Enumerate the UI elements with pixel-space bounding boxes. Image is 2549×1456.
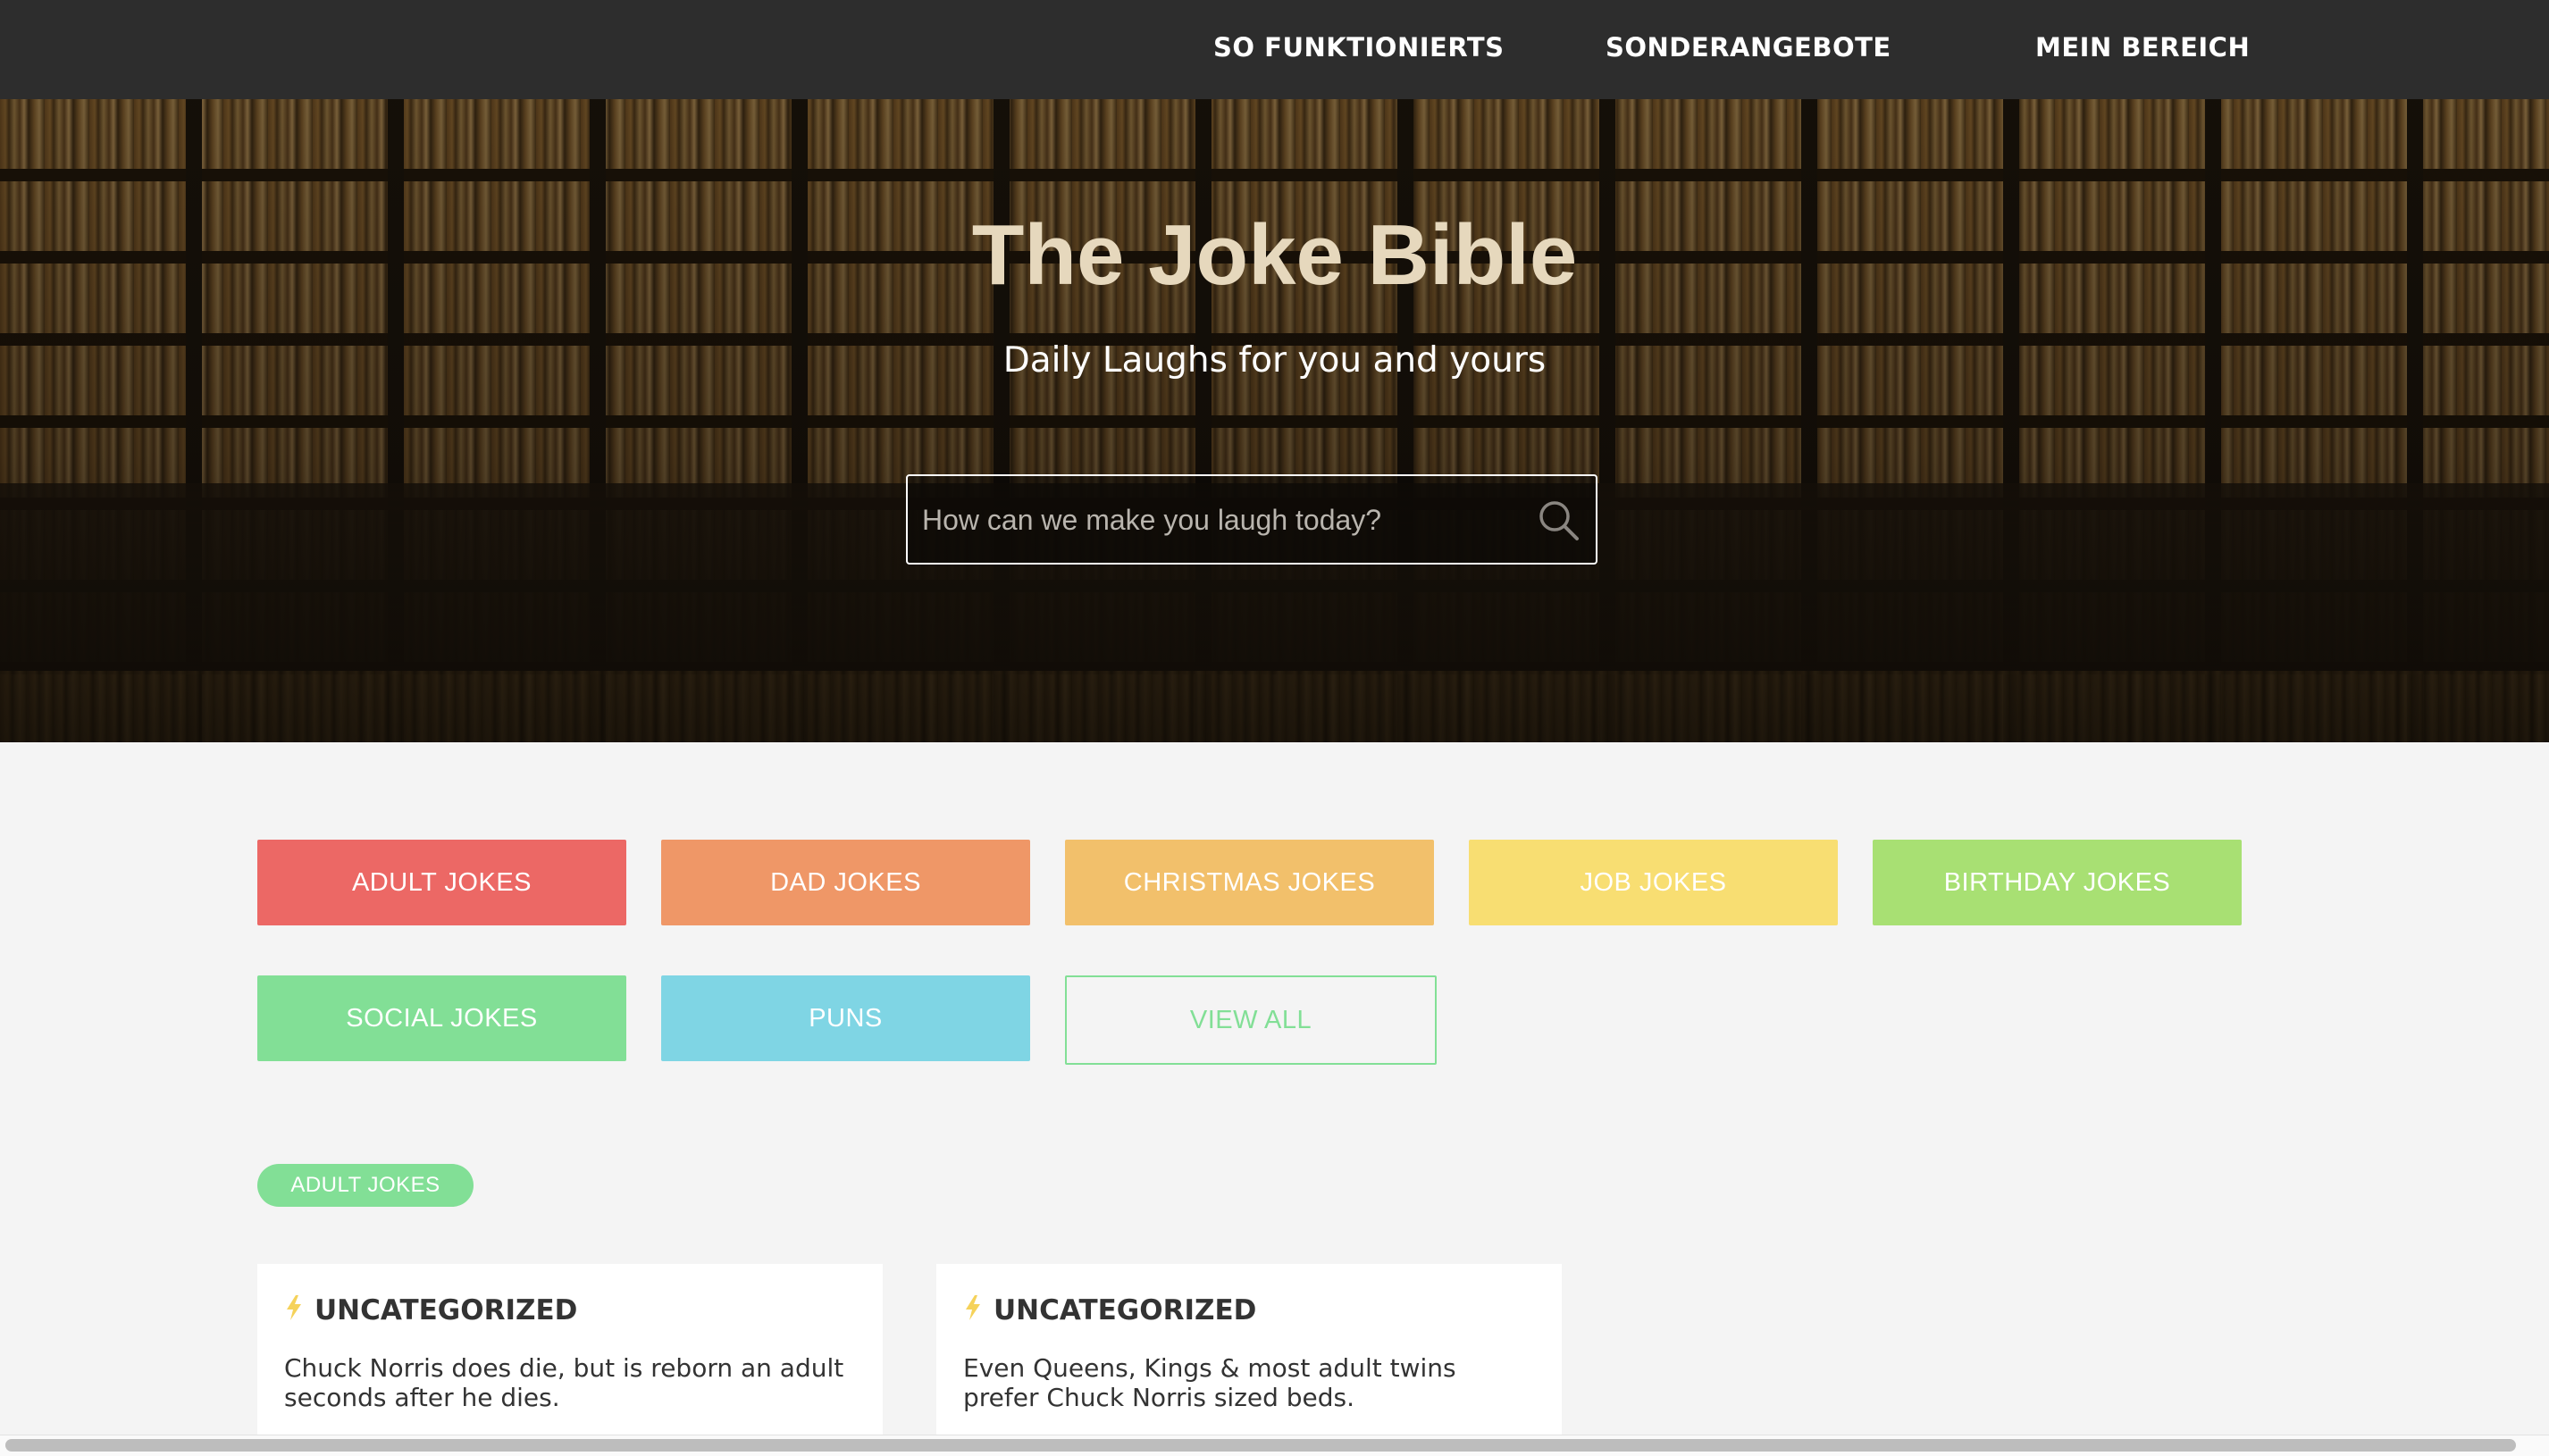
category-adult-jokes-button[interactable]: ADULT JOKES [257, 840, 626, 925]
top-nav: SO FUNKTIONIERTS SONDERANGEBOTE MEIN BER… [0, 0, 2549, 99]
nav-link-so-funktionierts[interactable]: SO FUNKTIONIERTS [1213, 29, 1505, 65]
category-birthday-jokes-button[interactable]: BIRTHDAY JOKES [1873, 840, 2242, 925]
search-icon[interactable] [1536, 498, 1582, 544]
page: SO FUNKTIONIERTS SONDERANGEBOTE MEIN BER… [0, 0, 2549, 1456]
card-category: UNCATEGORIZED [314, 1294, 578, 1326]
category-social-jokes-button[interactable]: SOCIAL JOKES [257, 975, 626, 1061]
joke-card[interactable]: UNCATEGORIZED Chuck Norris does die, but… [257, 1264, 883, 1443]
view-all-button[interactable]: VIEW ALL [1065, 975, 1437, 1065]
lightning-bolt-icon [284, 1294, 304, 1321]
hero-title: The Joke Bible [971, 207, 1578, 303]
section-tag-adult-jokes[interactable]: ADULT JOKES [257, 1164, 474, 1207]
horizontal-scrollbar[interactable] [0, 1435, 2549, 1456]
card-category: UNCATEGORIZED [994, 1294, 1257, 1326]
category-dad-jokes-button[interactable]: DAD JOKES [661, 840, 1030, 925]
hero-overlay [0, 99, 2549, 742]
lightning-bolt-icon [963, 1294, 983, 1321]
joke-card[interactable]: UNCATEGORIZED Even Queens, Kings & most … [936, 1264, 1562, 1443]
joke-text: Even Queens, Kings & most adult twins pr… [963, 1353, 1456, 1412]
hero-subtitle: Daily Laughs for you and yours [1002, 340, 1547, 381]
nav-link-sonderangebote[interactable]: SONDERANGEBOTE [1606, 29, 1891, 65]
card-header: UNCATEGORIZED [963, 1293, 1256, 1328]
category-puns-button[interactable]: PUNS [661, 975, 1030, 1061]
joke-text: Chuck Norris does die, but is reborn an … [284, 1353, 844, 1412]
scrollbar-thumb[interactable] [5, 1439, 2516, 1452]
hero-banner: The Joke Bible Daily Laughs for you and … [0, 99, 2549, 742]
card-header: UNCATEGORIZED [284, 1293, 577, 1328]
nav-link-mein-bereich[interactable]: MEIN BEREICH [2035, 29, 2250, 65]
category-christmas-jokes-button[interactable]: CHRISTMAS JOKES [1065, 840, 1434, 925]
search-box [906, 474, 1597, 565]
search-input[interactable] [922, 492, 1503, 548]
category-job-jokes-button[interactable]: JOB JOKES [1469, 840, 1838, 925]
